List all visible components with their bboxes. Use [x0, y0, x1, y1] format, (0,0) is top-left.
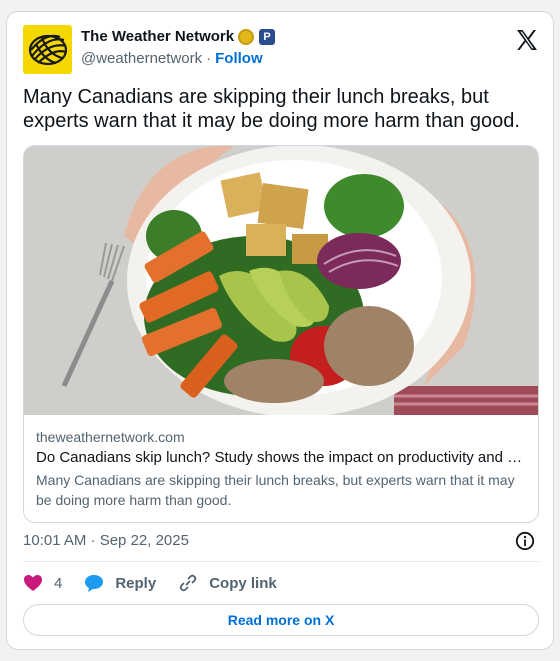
like-count: 4	[54, 574, 63, 592]
heart-icon	[24, 575, 42, 591]
preview-title[interactable]: Do Canadians skip lunch? Study shows the…	[36, 448, 528, 468]
follow-button[interactable]: Follow	[215, 50, 263, 67]
reply-label: Reply	[115, 574, 157, 592]
x-logo-icon[interactable]	[515, 28, 539, 52]
post-actions: 4 Reply Copy link	[23, 571, 299, 595]
post-timestamp[interactable]: 10:01 AM · Sep 22, 2025	[23, 532, 189, 549]
read-more-button[interactable]: Read more on X	[23, 604, 539, 636]
like-button[interactable]: 4	[23, 574, 62, 592]
info-icon[interactable]	[515, 531, 535, 551]
separator-dot: ·	[206, 50, 212, 67]
divider	[23, 561, 539, 562]
reply-icon	[85, 575, 104, 592]
embedded-post-card: The Weather Network P @weathernetwork · …	[6, 11, 554, 650]
preview-description: Many Canadians are skipping their lunch …	[36, 472, 515, 508]
link-icon	[179, 574, 197, 592]
affiliate-badge-icon: P	[259, 28, 276, 45]
weather-network-logo-icon	[28, 34, 67, 65]
account-name[interactable]: The Weather Network	[81, 28, 234, 45]
verified-badge-icon	[238, 28, 255, 45]
reply-button[interactable]: Reply	[84, 573, 156, 593]
post-text: Many Canadians are skipping their lunch …	[23, 86, 520, 132]
preview-domain: theweathernetwork.com	[36, 429, 185, 445]
copy-link-label: Copy link	[209, 574, 277, 592]
account-avatar[interactable]	[23, 25, 72, 74]
link-preview-card[interactable]: theweathernetwork.com Do Canadians skip …	[23, 145, 539, 523]
account-handle[interactable]: @weathernetwork	[81, 50, 202, 67]
preview-image	[24, 146, 538, 415]
copy-link-button[interactable]: Copy link	[178, 573, 277, 593]
